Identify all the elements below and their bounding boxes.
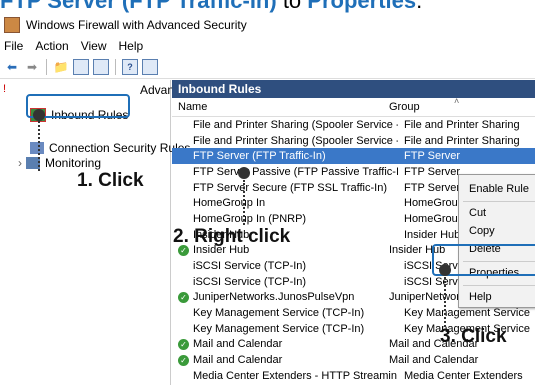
- rule-group-cell: File and Printer Sharing: [404, 118, 520, 131]
- rule-group-cell: Key Management Service: [404, 307, 530, 320]
- menu-item-help[interactable]: Help: [469, 291, 492, 303]
- rule-name-text: HomeGroup In (PNRP): [193, 212, 307, 225]
- rule-group-cell: FTP Server: [404, 150, 461, 163]
- step1-label: 1. Click: [77, 170, 144, 191]
- menu-bar: File Action View Help: [0, 36, 535, 56]
- menu-item-copy[interactable]: Copy: [469, 225, 495, 237]
- column-group[interactable]: Group: [383, 101, 420, 113]
- rule-name-cell: ✓ Mail and Calendar: [172, 354, 383, 366]
- rule-name-text: Media Center Extenders - HTTP Streamin..…: [193, 369, 398, 382]
- menu-action[interactable]: Action: [35, 39, 68, 53]
- tree-item-monitoring[interactable]: › Monitoring: [18, 156, 101, 170]
- export-list-icon[interactable]: [93, 59, 109, 75]
- rule-row[interactable]: ✓ Mail and Calendar Mail and Calendar: [172, 352, 535, 368]
- help-icon[interactable]: ?: [122, 59, 138, 75]
- enabled-check-icon: ✓: [178, 338, 189, 350]
- rule-name-cell: FTP Server Secure (FTP SSL Traffic-In): [172, 182, 398, 194]
- rule-name-text: FTP Server Passive (FTP Passive Traffic-…: [193, 165, 398, 178]
- context-menu: Enable Rule Cut Copy Delete Properties H…: [458, 174, 535, 308]
- click-marker-2: [238, 167, 250, 179]
- rule-name-text: FTP Server Secure (FTP SSL Traffic-In): [193, 181, 387, 194]
- firewall-app-icon: [4, 17, 20, 33]
- rule-name-cell: Key Management Service (TCP-In): [172, 323, 398, 335]
- step3-label: 3. Click: [440, 326, 507, 347]
- rule-name-cell: Media Center Extenders - HTTP Streamin..…: [172, 370, 398, 382]
- rule-name-cell: ✓ JuniperNetworks.JunosPulseVpn: [172, 291, 383, 303]
- rule-name-cell: HomeGroup In: [172, 197, 398, 209]
- rule-name-text: File and Printer Sharing (Spooler Servic…: [193, 134, 398, 147]
- enabled-check-icon: ✓: [178, 291, 189, 303]
- sort-caret-icon: ˄: [454, 96, 460, 106]
- rule-group-cell: Media Center Extenders: [404, 369, 523, 382]
- rule-name-cell: iSCSI Service (TCP-In): [172, 276, 398, 288]
- menu-item-cut[interactable]: Cut: [469, 207, 486, 219]
- rule-name-text: iSCSI Service (TCP-In): [193, 275, 307, 288]
- rule-name-text: Mail and Calendar: [193, 338, 283, 351]
- rule-name-cell: iSCSI Service (TCP-In): [172, 260, 398, 272]
- menu-view[interactable]: View: [81, 39, 107, 53]
- leader-line-3: [444, 277, 446, 327]
- connection-rules-icon: [30, 142, 44, 154]
- show-hide-tree-icon[interactable]: [73, 59, 89, 75]
- banner-period: .: [416, 0, 423, 13]
- rule-row[interactable]: Media Center Extenders - HTTP Streamin..…: [172, 368, 535, 384]
- window-title: Windows Firewall with Advanced Security: [26, 18, 247, 32]
- forward-arrow-icon[interactable]: ➡: [24, 59, 40, 75]
- rule-name-cell: File and Printer Sharing (Spooler Servic…: [172, 135, 398, 147]
- banner-to: to: [276, 0, 308, 13]
- rule-name-cell: FTP Server Passive (FTP Passive Traffic-…: [172, 166, 398, 178]
- instruction-banner: FTP Server (FTP Traffic-In) to Propertie…: [0, 0, 535, 14]
- menu-file[interactable]: File: [4, 39, 23, 53]
- rule-row[interactable]: File and Printer Sharing (Spooler Servic…: [172, 133, 535, 149]
- rule-name-text: File and Printer Sharing (Spooler Servic…: [193, 118, 398, 131]
- root-marker: !: [3, 83, 7, 95]
- rule-row[interactable]: File and Printer Sharing (Spooler Servic…: [172, 117, 535, 133]
- rule-name-cell: ✓ Mail and Calendar: [172, 338, 383, 350]
- rule-name-text: Mail and Calendar: [193, 354, 283, 367]
- rule-name-text: HomeGroup In: [193, 197, 266, 210]
- rule-name-text: Key Management Service (TCP-In): [193, 307, 365, 320]
- tree-label-monitoring: Monitoring: [45, 156, 102, 170]
- menu-item-enable-rule[interactable]: Enable Rule: [469, 183, 529, 195]
- leader-line-1: [38, 121, 40, 171]
- rule-name-text: Key Management Service (TCP-In): [193, 322, 365, 335]
- column-name[interactable]: Name: [172, 101, 383, 113]
- back-arrow-icon[interactable]: ⬅: [4, 59, 20, 75]
- tree-label-connection-security: Connection Security Rules: [49, 141, 191, 155]
- column-header-row: Name Group ˄: [172, 96, 535, 117]
- rule-group-cell: Mail and Calendar: [389, 354, 479, 367]
- rule-name-cell: Key Management Service (TCP-In): [172, 307, 398, 319]
- click-marker-1: [33, 109, 45, 121]
- rule-name-cell: File and Printer Sharing (Spooler Servic…: [172, 119, 398, 131]
- click-marker-3: [439, 264, 451, 276]
- banner-properties: Properties: [307, 0, 417, 13]
- left-navigation-pane: ! Advanc Inbound Rules Connection Securi…: [0, 80, 190, 385]
- step2-label: 2. Right click: [173, 226, 291, 247]
- rule-row[interactable]: FTP Server (FTP Traffic-In) FTP Server: [172, 148, 535, 165]
- chevron-right-icon[interactable]: ›: [18, 156, 22, 170]
- rule-name-text: FTP Server (FTP Traffic-In): [193, 150, 326, 163]
- rule-name-cell: FTP Server (FTP Traffic-In): [172, 150, 398, 162]
- rule-name-text: JuniperNetworks.JunosPulseVpn: [193, 291, 355, 304]
- enabled-check-icon: ✓: [178, 354, 189, 366]
- rules-pane-header: Inbound Rules: [172, 80, 535, 98]
- tree-item-connection-security-rules[interactable]: Connection Security Rules: [30, 141, 190, 155]
- leader-line-2: [243, 180, 245, 225]
- toolbar: ⬅ ➡ 📁 ?: [0, 56, 535, 79]
- rule-name-text: iSCSI Service (TCP-In): [193, 260, 307, 273]
- title-bar: Windows Firewall with Advanced Security: [0, 14, 535, 36]
- properties-toolbar-icon[interactable]: [142, 59, 158, 75]
- rule-group-cell: File and Printer Sharing: [404, 134, 520, 147]
- up-folder-icon[interactable]: 📁: [53, 59, 69, 75]
- rule-name-cell: HomeGroup In (PNRP): [172, 213, 398, 225]
- banner-rule-name: FTP Server (FTP Traffic-In): [0, 0, 277, 13]
- menu-help[interactable]: Help: [119, 39, 144, 53]
